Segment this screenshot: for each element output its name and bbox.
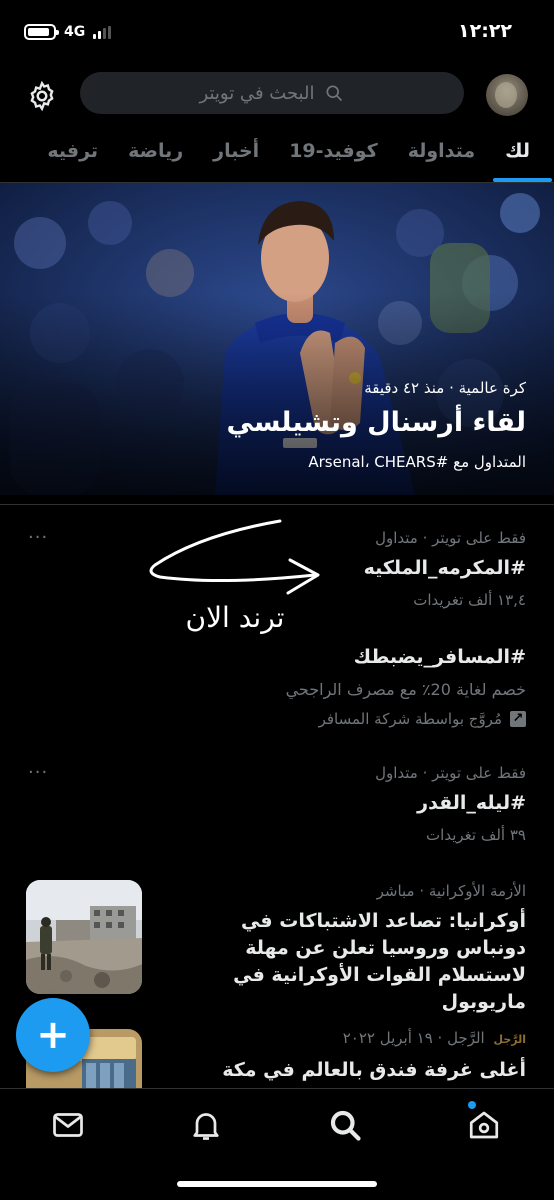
- search-input[interactable]: البحث في تويتر: [80, 72, 464, 114]
- network-type: 4G: [64, 24, 86, 40]
- notification-dot: [468, 1101, 476, 1109]
- status-indicators: 4G: [24, 24, 112, 40]
- promoted-icon: [510, 711, 526, 727]
- avatar[interactable]: [486, 74, 528, 116]
- hero-overlay: [0, 183, 554, 495]
- section-divider: [0, 495, 554, 505]
- mail-icon[interactable]: [50, 1107, 86, 1143]
- promoted-label: مُروَّج بواسطة شركة المسافر: [319, 710, 526, 728]
- tab-for-you[interactable]: لك: [493, 130, 552, 182]
- battery-icon: [24, 24, 59, 40]
- news-thumbnail: [26, 880, 142, 994]
- hero-title: لقاء أرسنال وتشيلسي: [226, 407, 526, 438]
- news-title: أغلى غرفة فندق بالعالم في مكة: [222, 1059, 526, 1081]
- trend-meta: فقط على تويتر · متداول: [375, 529, 526, 547]
- bell-icon[interactable]: [188, 1107, 224, 1143]
- home-indicator: [177, 1181, 377, 1187]
- news-meta: الأزمة الأوكرانية · مباشر: [376, 882, 526, 900]
- tab-covid[interactable]: كوفيد-19: [289, 130, 377, 182]
- explore-tabs: لك متداولة كوفيد-19 أخبار رياضة ترفيه: [0, 130, 554, 182]
- tab-trending[interactable]: متداولة: [408, 130, 475, 182]
- trend-title: #ليله_القدر: [417, 792, 526, 814]
- search-icon: [326, 85, 343, 102]
- bottom-nav: [0, 1088, 554, 1200]
- hero-card[interactable]: كرة عالمية · منذ ٤٢ دقيقة لقاء أرسنال وت…: [0, 183, 554, 495]
- news-meta: الرَّجل الرَّجل · ١٩ أبريل ٢٠٢٢: [343, 1029, 526, 1047]
- tab-sports[interactable]: رياضة: [128, 130, 183, 182]
- news-title: أوكرانيا: تصاعد الاشتباكات في دونباس ورو…: [233, 910, 526, 1013]
- status-bar: 4G ١٢:٢٢: [0, 0, 554, 62]
- top-bar: البحث في تويتر: [0, 70, 554, 118]
- trend-title: #المسافر_يضبطك: [353, 646, 526, 668]
- publisher-logo: الرَّجل: [493, 1033, 527, 1046]
- more-options-icon[interactable]: ···: [28, 527, 48, 548]
- search-placeholder: البحث في تويتر: [199, 82, 315, 104]
- trend-item[interactable]: فقط على تويتر · متداول #ليله_القدر ٣٩ أل…: [0, 760, 554, 860]
- hero-trending-with: المتداول مع #Arsenal، CHEARS: [308, 453, 526, 471]
- hero-meta: كرة عالمية · منذ ٤٢ دقيقة: [364, 379, 526, 397]
- compose-button[interactable]: +: [16, 998, 90, 1072]
- trend-meta: فقط على تويتر · متداول: [375, 764, 526, 782]
- promoted-trend-item[interactable]: #المسافر_يضبطك خصم لغاية 20٪ مع مصرف الر…: [0, 640, 554, 740]
- status-time: ١٢:٢٢: [458, 20, 512, 42]
- search-icon[interactable]: [327, 1107, 363, 1143]
- gear-icon[interactable]: [26, 80, 58, 112]
- news-meta-text: الرَّجل · ١٩ أبريل ٢٠٢٢: [342, 1029, 485, 1047]
- more-options-icon[interactable]: ···: [28, 762, 48, 783]
- trend-count: ١٣,٤ ألف تغريدات: [413, 591, 526, 609]
- trend-title: #المكرمه_الملكيه: [363, 557, 526, 579]
- tab-entertainment[interactable]: ترفيه: [47, 130, 98, 182]
- signal-icon: [93, 25, 112, 39]
- trend-description: خصم لغاية 20٪ مع مصرف الراجحي: [285, 680, 526, 699]
- promoted-text: مُروَّج بواسطة شركة المسافر: [318, 710, 502, 728]
- annotation-text: ترند الان: [186, 601, 285, 634]
- trend-count: ٣٩ ألف تغريدات: [426, 826, 526, 844]
- news-item[interactable]: الأزمة الأوكرانية · مباشر أوكرانيا: تصاع…: [0, 878, 554, 1013]
- home-icon[interactable]: [466, 1107, 502, 1143]
- tab-news[interactable]: أخبار: [213, 130, 259, 182]
